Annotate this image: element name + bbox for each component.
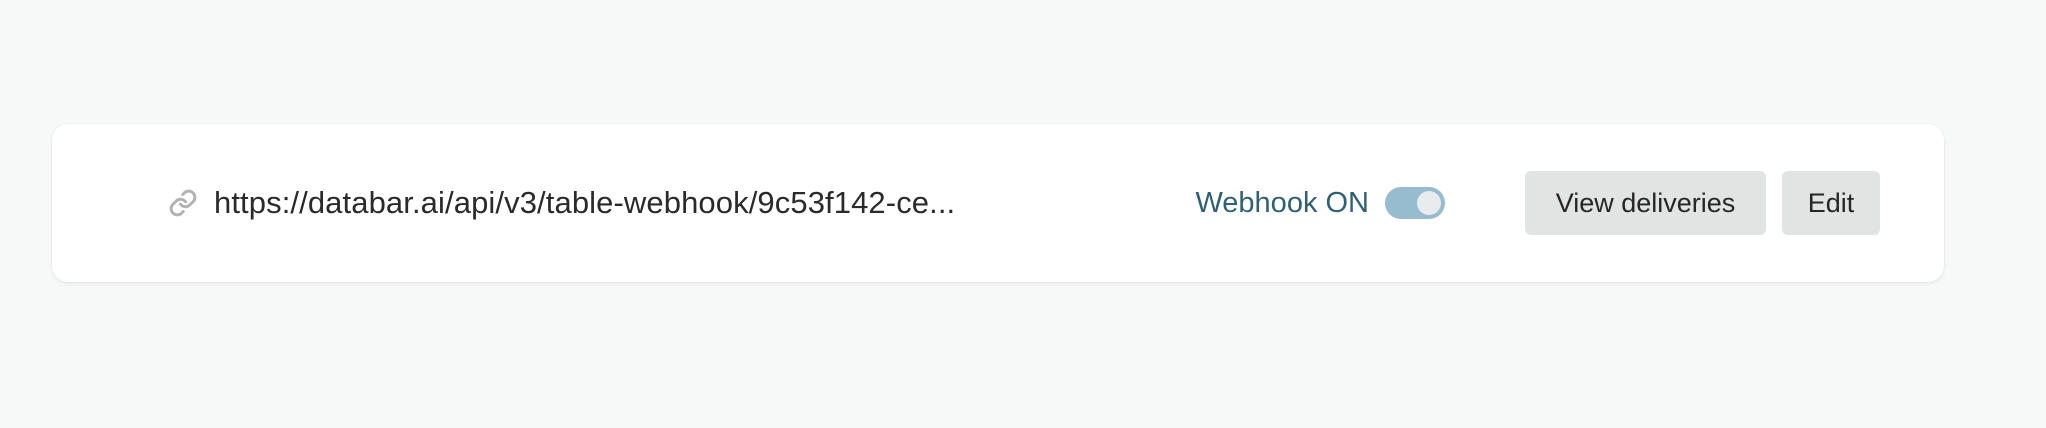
edit-button[interactable]: Edit (1782, 171, 1880, 235)
webhook-status-label: Webhook ON (1195, 186, 1369, 219)
webhook-url-group: https://databar.ai/api/v3/table-webhook/… (116, 185, 1004, 221)
webhook-url: https://databar.ai/api/v3/table-webhook/… (214, 185, 956, 220)
view-deliveries-button[interactable]: View deliveries (1525, 171, 1766, 235)
webhook-toggle[interactable] (1385, 187, 1445, 219)
link-icon (166, 186, 200, 220)
webhook-card: https://databar.ai/api/v3/table-webhook/… (52, 124, 1944, 282)
webhook-status: Webhook ON (1195, 187, 1445, 220)
toggle-knob (1417, 191, 1441, 215)
